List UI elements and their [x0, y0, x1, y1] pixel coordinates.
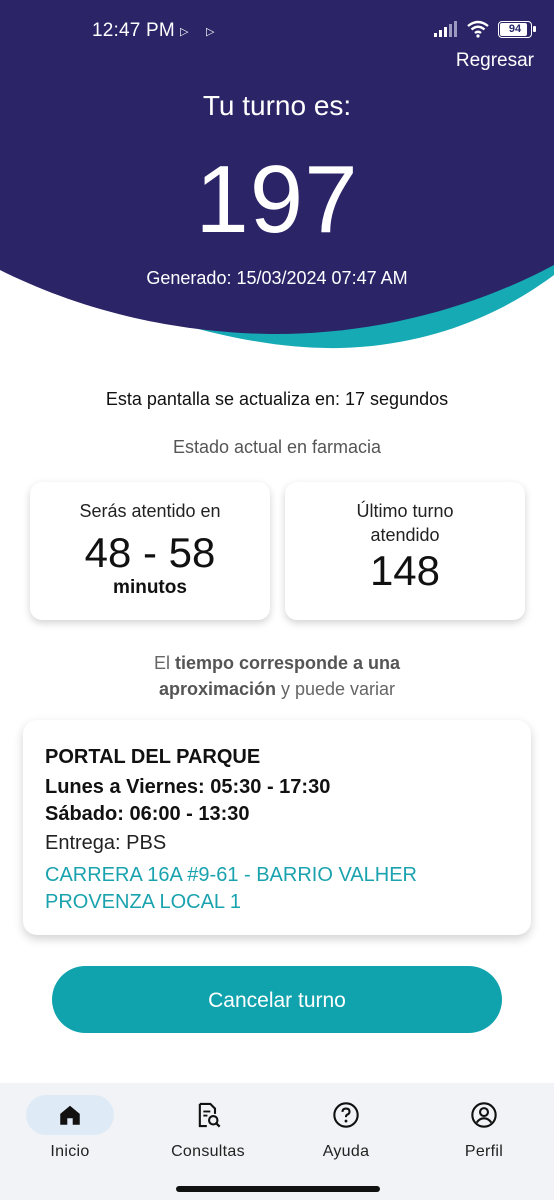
media-icon: ▷: [206, 26, 215, 38]
last-turn-label: atendido: [370, 525, 440, 545]
wait-time-card: Serás atentido en 48 - 58 minutos: [30, 482, 270, 620]
battery-level: 94: [508, 22, 522, 35]
wait-time-unit: minutos: [113, 577, 187, 598]
help-icon: [333, 1102, 359, 1128]
home-indicator[interactable]: [176, 1186, 380, 1192]
home-icon: [60, 1105, 80, 1125]
turn-title: Tu turno es:: [202, 90, 352, 121]
last-turn-card: Último turno atendido 148: [285, 482, 525, 620]
approximation-note: El tiempo corresponde a una aproximación…: [153, 653, 401, 699]
section-title: Estado actual en farmacia: [172, 437, 382, 457]
profile-icon: [471, 1102, 497, 1128]
nav-label: Perfil: [464, 1143, 504, 1160]
media-icon: ▷: [180, 26, 189, 38]
refresh-countdown: Esta pantalla se actualiza en: 17 segund…: [105, 389, 449, 409]
last-turn-label: Último turno: [356, 501, 454, 521]
search-document-icon: [198, 1102, 221, 1128]
store-hours-weekdays: Lunes a Viernes: 05:30 - 17:30: [45, 776, 331, 798]
generated-timestamp: Generado: 15/03/2024 07:47 AM: [146, 268, 408, 288]
status-time: 12:47 PM: [92, 20, 175, 41]
back-link[interactable]: Regresar: [456, 50, 534, 72]
nav-label: Inicio: [50, 1143, 90, 1160]
store-card: PORTAL DEL PARQUE Lunes a Viernes: 05:30…: [23, 720, 531, 935]
store-address[interactable]: CARRERA 16A #9-61 - BARRIO VALHER PROVEN…: [45, 862, 495, 916]
nav-item-consultas[interactable]: Consultas: [148, 1083, 268, 1183]
turn-number: 197: [195, 146, 359, 253]
bottom-navigation: Inicio Consultas Ayuda Perfil: [0, 1083, 554, 1200]
wifi-icon: [467, 20, 489, 38]
nav-label: Ayuda: [322, 1143, 370, 1160]
store-name: PORTAL DEL PARQUE: [45, 746, 261, 768]
nav-item-ayuda[interactable]: Ayuda: [286, 1083, 406, 1183]
nav-item-inicio[interactable]: Inicio: [10, 1083, 130, 1183]
last-turn-value: 148: [369, 547, 441, 594]
battery-icon: 94: [498, 20, 536, 38]
nav-label: Consultas: [171, 1143, 245, 1160]
store-delivery: Entrega: PBS: [45, 832, 167, 854]
signal-icon: [434, 21, 457, 37]
store-hours-saturday: Sábado: 06:00 - 13:30: [45, 803, 250, 825]
cancel-turn-button[interactable]: Cancelar turno: [52, 966, 502, 1033]
nav-item-perfil[interactable]: Perfil: [424, 1083, 544, 1183]
wait-time-value: 48 - 58: [84, 529, 216, 576]
wait-time-label: Serás atentido en: [79, 501, 221, 521]
